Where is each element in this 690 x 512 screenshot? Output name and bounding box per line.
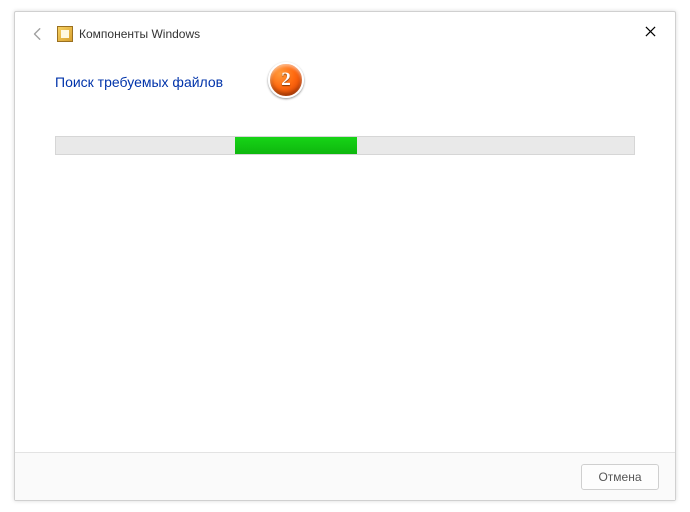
step-badge: 2 <box>268 62 304 98</box>
close-button[interactable] <box>633 18 667 44</box>
step-number: 2 <box>281 69 291 91</box>
app-icon <box>57 26 73 42</box>
dialog-window: Компоненты Windows Поиск требуемых файло… <box>14 11 676 501</box>
dialog-footer: Отмена <box>15 452 675 500</box>
window-title: Компоненты Windows <box>79 27 200 41</box>
status-heading: Поиск требуемых файлов <box>55 74 635 90</box>
cancel-button[interactable]: Отмена <box>581 464 659 490</box>
content-area: Поиск требуемых файлов 2 <box>15 56 675 452</box>
title-bar: Компоненты Windows <box>15 12 675 56</box>
progress-chunk <box>235 137 356 154</box>
close-icon <box>645 26 656 37</box>
back-arrow-icon <box>27 23 49 45</box>
progress-bar <box>55 136 635 155</box>
